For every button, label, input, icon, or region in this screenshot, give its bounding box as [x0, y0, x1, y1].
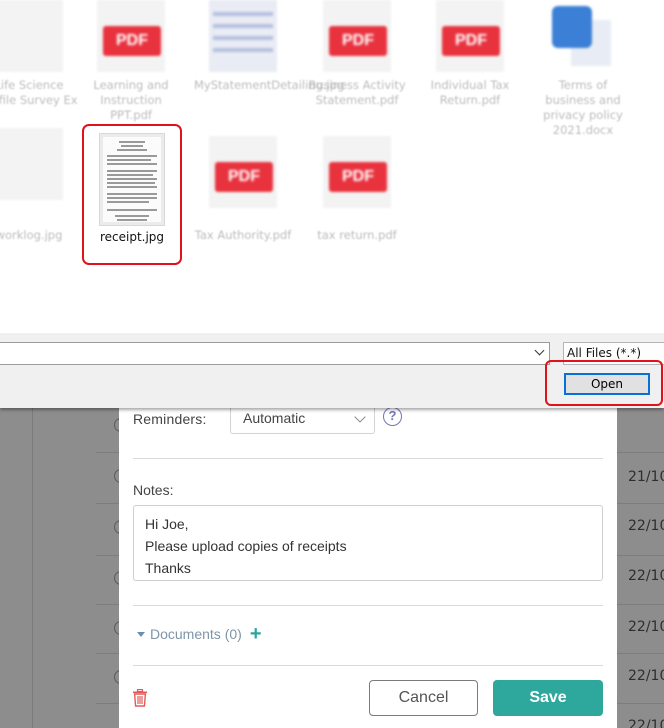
screen: 21/10 22/10 22/10 22/10 22/10 22/10 Remi… — [0, 0, 664, 728]
file-item[interactable]: Life Science Profile Survey Ex — [0, 0, 78, 140]
reminders-select[interactable]: Automatic — [230, 405, 375, 434]
thumbnail-line — [213, 12, 273, 16]
receipt-line — [115, 215, 149, 217]
receipt-line — [121, 145, 143, 147]
receipt-paper — [103, 137, 161, 222]
file-item-selected[interactable]: receipt.jpg — [82, 124, 182, 265]
file-thumbnail: PDF — [209, 136, 277, 208]
thumbnail-line — [213, 36, 273, 40]
reminders-value: Automatic — [243, 410, 306, 426]
file-list: Life Science Profile Survey Ex PDF Learn… — [0, 0, 664, 333]
dialog-bottom-bar: All Files (*.*) Open — [0, 333, 664, 408]
list-row-date: 22/10 — [628, 718, 664, 728]
notes-textarea[interactable]: Hi Joe, Please upload copies of receipts… — [133, 505, 603, 581]
file-name: tax return.pdf — [317, 228, 397, 242]
notes-line: Hi Joe, — [145, 516, 189, 532]
pdf-icon: PDF — [329, 162, 387, 192]
receipt-line — [107, 201, 149, 203]
list-row-date: 22/10 — [628, 668, 664, 684]
documents-toggle[interactable]: Documents (0) + — [137, 624, 262, 644]
divider — [133, 665, 603, 666]
file-name: MyStatementDetailing.jpg — [194, 78, 345, 92]
file-open-dialog: Life Science Profile Survey Ex PDF Learn… — [0, 0, 664, 408]
documents-label: Documents (0) — [150, 626, 242, 642]
file-name: Life Science Profile Survey Ex — [0, 78, 78, 107]
pdf-icon: PDF — [103, 26, 161, 56]
cancel-button[interactable]: Cancel — [369, 680, 478, 716]
file-thumbnail — [0, 128, 63, 200]
add-document-icon[interactable]: + — [250, 624, 262, 644]
divider — [133, 458, 603, 459]
document-page — [0, 0, 63, 72]
save-button[interactable]: Save — [493, 680, 603, 716]
open-button[interactable]: Open — [564, 373, 650, 395]
file-thumbnail — [0, 0, 63, 72]
file-thumbnail — [549, 0, 617, 72]
file-name-input[interactable] — [0, 342, 550, 365]
receipt-line — [117, 219, 147, 221]
receipt-line — [107, 193, 157, 195]
file-item[interactable]: Terms of business and privacy policy 202… — [534, 0, 632, 140]
file-name: Individual Tax Return.pdf — [430, 78, 510, 107]
document-page — [0, 128, 63, 200]
file-thumbnail: PDF — [323, 136, 391, 208]
file-item[interactable]: PDF tax return.pdf — [308, 128, 406, 268]
help-icon[interactable]: ? — [383, 407, 402, 426]
file-name: Business Activity Statement.pdf — [308, 78, 406, 107]
pdf-icon: PDF — [215, 162, 273, 192]
word-icon — [552, 6, 592, 48]
receipt-line — [107, 182, 155, 184]
file-item[interactable]: PDF Tax Authority.pdf — [194, 128, 292, 268]
file-item[interactable]: PDF Business Activity Statement.pdf — [308, 0, 406, 140]
list-row-date: 22/10 — [628, 518, 664, 534]
receipt-line — [119, 141, 145, 143]
receipt-line — [107, 174, 153, 176]
receipt-thumbnail — [99, 133, 165, 226]
request-modal: Reminders: Automatic ? Notes: Hi Joe, Pl… — [119, 405, 617, 728]
notes-line: Thanks — [145, 560, 191, 576]
file-thumbnail: PDF — [97, 0, 165, 72]
caret-down-icon — [137, 632, 145, 637]
receipt-line — [107, 163, 157, 165]
receipt-line — [107, 197, 157, 199]
pdf-icon: PDF — [329, 26, 387, 56]
divider — [133, 605, 603, 606]
list-row-date: 22/10 — [628, 619, 664, 635]
receipt-line — [107, 170, 157, 172]
file-name: Tax Authority.pdf — [194, 228, 292, 242]
trash-icon[interactable] — [132, 689, 148, 707]
file-item[interactable]: PDF Individual Tax Return.pdf — [421, 0, 519, 140]
receipt-line — [107, 186, 157, 188]
receipt-line — [107, 155, 157, 157]
file-name: worklog.jpg — [0, 228, 63, 242]
receipt-line — [107, 178, 157, 180]
thumbnail-line — [213, 48, 273, 52]
file-name: Terms of business and privacy policy 202… — [543, 78, 623, 137]
notes-label: Notes: — [133, 482, 174, 498]
file-item[interactable]: MyStatementDetailing.jpg — [194, 0, 345, 140]
list-row-date: 22/10 — [628, 568, 664, 584]
reminders-label: Reminders: — [133, 411, 207, 427]
file-thumbnail: PDF — [323, 0, 391, 72]
chevron-down-icon[interactable] — [534, 345, 545, 356]
thumbnail-line — [213, 24, 273, 28]
receipt-line — [117, 149, 147, 151]
file-name: receipt.jpg — [99, 230, 165, 244]
notes-line: Please upload copies of receipts — [145, 538, 347, 554]
file-thumbnail — [209, 0, 277, 72]
background-divider — [32, 405, 33, 728]
list-row-date: 21/10 — [628, 469, 664, 485]
receipt-line — [107, 209, 157, 211]
image-thumbnail — [209, 0, 277, 72]
file-thumbnail: PDF — [436, 0, 504, 72]
pdf-icon: PDF — [442, 26, 500, 56]
file-item[interactable]: worklog.jpg — [0, 128, 78, 268]
file-item[interactable]: PDF Learning and Instruction PPT.pdf — [82, 0, 180, 140]
chevron-down-icon — [354, 411, 366, 423]
receipt-line — [107, 159, 151, 161]
file-name: Learning and Instruction PPT.pdf — [93, 78, 169, 122]
